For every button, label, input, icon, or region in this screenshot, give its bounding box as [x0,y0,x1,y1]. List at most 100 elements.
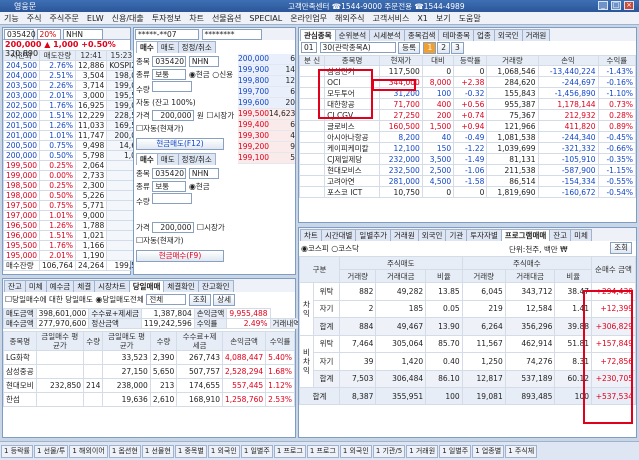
side-price-row[interactable]: 199,800 12 [238,76,295,87]
ask-row[interactable]: 202,500 1.76% 16,925 199,000 [2,100,149,111]
balance-tab-0[interactable]: 잔고 [4,280,26,292]
status-item-3[interactable]: 1 옵션현 [108,445,141,458]
qty-input[interactable] [152,81,193,92]
side-price-row[interactable]: 199,300 4 [238,131,295,142]
side-price-row[interactable]: 199,700 6 [238,87,295,98]
filter-select[interactable]: 전체 [146,294,187,305]
program-row[interactable]: 차익 위탁 882 49,282 13.85 6,045 343,712 38.47 +294,… [299,282,636,336]
group-code[interactable]: 01 [301,42,317,53]
status-item-13[interactable]: 1 일별주 [439,445,472,458]
status-item-4[interactable]: 1 선물현 [141,445,174,458]
auto-pct-check[interactable]: 자동 (잔고 100%) [136,98,196,107]
bid-row[interactable]: 195,500 1.76% 1,166 [2,240,149,251]
close-icon[interactable]: × [624,1,634,10]
program-tab-5[interactable]: 기관 [445,229,468,241]
balance-row[interactable]: 현대모비 232,850 214 238,000 213 174,655 557,445 1.… [3,378,295,393]
ask-row[interactable]: 200,0000.50%5,7981,000 [2,150,149,161]
program-tab-1[interactable]: 시간대별 [320,229,357,241]
bid-row[interactable]: 199,000 0.00% 2,733 [2,170,149,181]
program-row[interactable]: 자기 2 185 0.05 219 12,584 1.41 +12,399 [300,299,636,318]
account-input[interactable]: *****-**07 [135,29,199,40]
side-price-row[interactable]: 199,100 5 [238,153,295,164]
watch-row[interactable]: 아시아나항공 8,200 40 -0.49 1,081,538 -244,340 -0.45… [298,131,637,143]
status-item-10[interactable]: 1 외국인 [339,445,372,458]
status-item-0[interactable]: 1 등락률 [1,445,33,458]
market-check[interactable]: 시장가 [214,111,235,120]
status-item-14[interactable]: 1 업종별 [472,445,505,458]
status-item-2[interactable]: 1 해외이어 [69,445,108,458]
bid-row[interactable]: 199,500 0.25% 2,064 [2,160,149,171]
ask-row[interactable]: 202,000 1.51% 12,229 228,500 [2,110,149,121]
balance-row[interactable]: 한섬 19,636 2,610 168,910 1,258,760 2.53% [3,392,295,407]
balance-tab-1[interactable]: 미체 [24,280,47,292]
program-tab-3[interactable]: 거래원 [390,229,419,241]
cash-radio[interactable]: 현금 [196,70,210,79]
group-select[interactable]: 30(관락종목A) [319,42,396,53]
watch-page-2[interactable]: 3 [451,42,464,54]
watch-tab-3[interactable]: 종목검색 [403,29,440,41]
buy-button[interactable]: 현금매수(F9) [136,250,224,262]
watch-page-1[interactable]: 2 [437,42,451,54]
menu-item-4[interactable]: 신용/대출 [108,12,148,25]
watch-row[interactable]: CJ CGV 27,250 200 +0.74 75,367 212,932 0.28% [298,109,637,121]
balance-row[interactable]: 삼성중공 27,150 5,650 507,757 2,528,294 1.68% [3,364,295,379]
bid-row[interactable]: 198,500 0.25% 2,300 [2,180,149,191]
kosdaq-radio[interactable]: 코스닥 [338,244,359,253]
program-tab-7[interactable]: 프로그램매매 [500,229,551,241]
menu-item-8[interactable]: SPECIAL [245,12,286,25]
side-price-row[interactable]: 199,600 20 [238,98,295,109]
order-tab-2[interactable]: 정정/취소 [177,41,216,53]
menu-item-2[interactable]: 주식주문 [45,12,82,25]
ask-row[interactable]: 201,000 1.01% 11,747 200,000 [2,130,149,141]
balance-tab-2[interactable]: 예수금 [45,280,75,292]
quote-code-input[interactable]: 035420 [4,29,36,40]
status-item-8[interactable]: 1 프로그 [273,445,306,458]
watch-tab-1[interactable]: 순위분석 [334,29,371,41]
menu-item-3[interactable]: ELW [83,12,108,25]
program-tab-9[interactable]: 미체 [570,229,592,241]
sell-button[interactable]: 현금매도(F12) [136,138,224,150]
status-item-15[interactable]: 1 주식체 [505,445,538,458]
status-item-11[interactable]: 1 기관/5 [372,445,406,458]
bid-row[interactable]: 197,000 1.01% 9,000 [2,210,149,221]
program-tab-6[interactable]: 투자자별 [466,229,502,241]
side-price-row[interactable]: 199,200 9 [238,142,295,153]
menu-item-13[interactable]: 보기 [432,12,455,25]
watch-tab-2[interactable]: 시세분석 [369,29,405,41]
search-button[interactable]: 조회 [188,294,211,306]
price-input-2[interactable]: 200,000 [152,222,195,233]
program-tab-2[interactable]: 일별추가 [355,229,392,241]
status-item-12[interactable]: 1 거래원 [406,445,439,458]
menu-item-12[interactable]: X1 [413,12,432,25]
menu-item-9[interactable]: 온라인업무 [286,12,331,25]
balance-row[interactable]: LG화학 33,523 2,390 267,743 4,088,447 5.40% [3,350,295,365]
bid-row[interactable]: 197,500 0.75% 5,771 [2,200,149,211]
ask-row[interactable]: 203,500 2.26% 3,714 199,000 [2,80,149,91]
market-check-2[interactable]: 시장가 [204,223,225,232]
password-input[interactable]: ******** [201,29,262,40]
register-button[interactable]: 등록 [398,42,420,54]
menu-item-11[interactable]: 고객서비스 [369,12,414,25]
program-row[interactable]: 합계 884 49,467 13.90 6,264 356,296 39.88 +306,82… [299,317,636,336]
price-input[interactable]: 200,000 [152,110,195,121]
order-tab-2[interactable]: 정정/취소 [177,153,216,165]
status-item-7[interactable]: 1 일별주 [240,445,273,458]
status-item-6[interactable]: 1 외국인 [207,445,240,458]
watch-tab-5[interactable]: 업종 [473,29,495,41]
order-code-input[interactable]: 035420 [152,56,187,67]
balance-tab-3[interactable]: 체결 [73,280,96,292]
watch-tab-4[interactable]: 테마종목 [438,29,475,41]
side-price-row[interactable]: 199,500 14,623 [238,109,295,120]
status-item-1[interactable]: 1 선물/투 [34,445,69,458]
order-tab-0[interactable]: 매수 [136,41,158,53]
watch-page-0[interactable]: 1 [423,42,437,54]
program-tab-0[interactable]: 차트 [300,229,322,241]
side-price-row[interactable]: 199,900 14 [238,65,295,76]
program-search-button[interactable]: 조회 [610,242,632,254]
order-tab-0[interactable]: 매수 [136,153,158,165]
watch-tab-0[interactable]: 관심종목 [300,29,336,41]
menu-item-0[interactable]: 기능 [0,12,23,25]
detail-button[interactable]: 상세 [213,294,236,306]
kospi-radio[interactable]: 코스피 [308,244,329,253]
bid-row[interactable]: 196,500 1.26% 1,788 [2,220,149,231]
